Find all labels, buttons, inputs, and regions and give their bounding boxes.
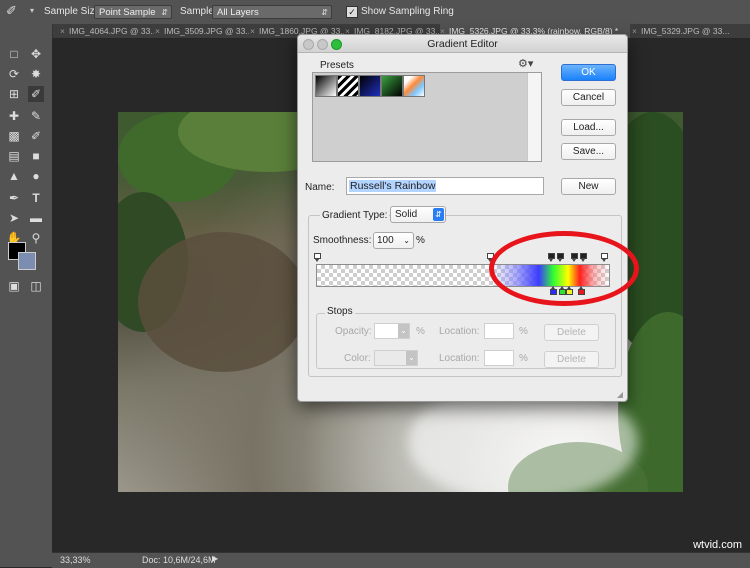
move-tool-icon[interactable]: ✥: [28, 46, 44, 62]
color-location-label: Location:: [439, 353, 480, 364]
gear-icon[interactable]: ⚙▾: [518, 57, 533, 70]
chevron-down-icon: ⌄: [398, 324, 409, 338]
presets-label: Presets: [320, 60, 354, 71]
highlight-circle: [489, 231, 639, 306]
gradient-type-select[interactable]: Solid ⇵: [390, 206, 446, 223]
color-delete-button: Delete: [544, 351, 599, 368]
name-label: Name:: [305, 182, 335, 193]
pen-tool-icon[interactable]: ✒: [6, 190, 22, 206]
gradient-type-label: Gradient Type:: [320, 210, 390, 221]
opacity-input: ⌄: [374, 323, 410, 339]
document-tab[interactable]: × IMG_3509.JPG @ 33...: [155, 24, 249, 38]
marquee-tool-icon[interactable]: □: [6, 46, 22, 62]
sample-value: All Layers: [217, 7, 259, 18]
opacity-location-unit: %: [519, 326, 528, 337]
preset-swatch[interactable]: [359, 75, 381, 97]
stops-label: Stops: [325, 306, 355, 317]
opacity-location-input: [484, 323, 514, 339]
ok-button[interactable]: OK: [561, 64, 616, 81]
color-swatch-input: ⌄: [374, 350, 418, 366]
tool-preset-dropdown-icon[interactable]: ▾: [30, 6, 34, 15]
chevron-down-icon: ⌄: [406, 351, 417, 365]
tools-panel: □ ✥ ⟳ ✸ ⊞ ✐ ✚ ✎ ▩ ✐ ▤ ■ ▲ ● ✒ T ➤ ▬ ✋ ⚲ …: [0, 24, 53, 567]
lasso-tool-icon[interactable]: ⟳: [6, 66, 22, 82]
chevron-updown-icon: ⇵: [433, 208, 444, 221]
presets-box: [312, 72, 542, 162]
path-selection-tool-icon[interactable]: ➤: [6, 210, 22, 226]
color-location-unit: %: [519, 353, 528, 364]
preset-swatch[interactable]: [315, 75, 337, 97]
smoothness-input[interactable]: 100 ⌄: [373, 232, 414, 249]
background-color-swatch[interactable]: [18, 252, 36, 270]
gradient-type-value: Solid: [395, 209, 418, 220]
sample-size-select[interactable]: Point Sample ⇵: [94, 5, 172, 19]
chevron-updown-icon: ⇵: [321, 8, 328, 17]
name-input[interactable]: Russell's Rainbow: [346, 177, 544, 195]
load-button[interactable]: Load...: [561, 119, 616, 136]
rock-wall: [138, 232, 308, 372]
history-brush-tool-icon[interactable]: ✐: [28, 128, 44, 144]
magic-wand-tool-icon[interactable]: ✸: [28, 66, 44, 82]
presets-scrollbar[interactable]: [527, 73, 541, 161]
smoothness-unit: %: [416, 235, 425, 246]
type-tool-icon[interactable]: T: [28, 190, 44, 206]
eraser-tool-icon[interactable]: ▤: [6, 148, 22, 164]
blur-tool-icon[interactable]: ▲: [6, 168, 22, 184]
dialog-title: Gradient Editor: [427, 38, 498, 50]
document-size: Doc: 10,6M/24,6M: [142, 555, 216, 565]
color-location-input: [484, 350, 514, 366]
smoothness-value: 100: [377, 235, 394, 246]
sample-size-value: Point Sample: [99, 7, 156, 18]
quick-mask-icon[interactable]: ▣: [6, 278, 22, 294]
stamp-tool-icon[interactable]: ▩: [6, 128, 22, 144]
brush-tool-icon[interactable]: ✎: [28, 108, 44, 124]
zoom-level[interactable]: 33,33%: [60, 555, 91, 565]
status-arrow-icon[interactable]: ▶: [212, 554, 218, 563]
document-tab[interactable]: × IMG_5329.JPG @ 33...: [632, 24, 742, 38]
watermark: wtvid.com: [693, 539, 742, 551]
opacity-location-label: Location:: [439, 326, 480, 337]
gradient-tool-icon[interactable]: ■: [28, 148, 44, 164]
sample-select[interactable]: All Layers ⇵: [212, 5, 332, 19]
chevron-down-icon: ⌄: [403, 236, 410, 245]
show-sampling-ring-checkbox[interactable]: ✓: [346, 6, 358, 18]
chevron-updown-icon: ⇵: [161, 8, 168, 17]
document-tab[interactable]: × IMG_4064.JPG @ 33...: [60, 24, 154, 38]
preset-swatch[interactable]: [381, 75, 403, 97]
opacity-unit: %: [416, 326, 425, 337]
close-icon[interactable]: ×: [60, 26, 65, 36]
shape-tool-icon[interactable]: ▬: [28, 210, 44, 226]
zoom-tool-icon[interactable]: ⚲: [28, 230, 44, 246]
save-button[interactable]: Save...: [561, 143, 616, 160]
close-icon[interactable]: ×: [155, 26, 160, 36]
opacity-stop[interactable]: [314, 253, 321, 262]
screen-mode-icon[interactable]: ◫: [28, 278, 44, 294]
preset-swatch[interactable]: [403, 75, 425, 97]
crop-tool-icon[interactable]: ⊞: [6, 86, 22, 102]
new-button[interactable]: New: [561, 178, 616, 195]
close-icon[interactable]: ×: [632, 26, 637, 36]
name-value: Russell's Rainbow: [349, 180, 437, 192]
eyedropper-tool-icon[interactable]: ✐: [6, 3, 17, 19]
smoothness-label: Smoothness:: [313, 235, 372, 246]
cancel-button[interactable]: Cancel: [561, 89, 616, 106]
close-icon[interactable]: ×: [250, 26, 255, 36]
opacity-label: Opacity:: [335, 326, 372, 337]
healing-tool-icon[interactable]: ✚: [6, 108, 22, 124]
resize-grip-icon[interactable]: ◢: [617, 390, 623, 399]
color-label: Color:: [344, 353, 371, 364]
options-bar: ✐ ▾ Sample Size: Point Sample ⇵ Sample: …: [0, 0, 750, 25]
status-bar: 33,33% Doc: 10,6M/24,6M ▶: [52, 552, 750, 568]
show-sampling-ring-label: Show Sampling Ring: [361, 6, 454, 17]
opacity-delete-button: Delete: [544, 324, 599, 341]
dialog-titlebar[interactable]: Gradient Editor: [298, 35, 627, 53]
eyedropper-tool-icon[interactable]: ✐: [28, 86, 44, 102]
preset-swatch[interactable]: [337, 75, 359, 97]
gradient-editor-dialog: Gradient Editor Presets ⚙▾ OK Cancel Loa…: [297, 34, 628, 402]
dodge-tool-icon[interactable]: ●: [28, 168, 44, 184]
